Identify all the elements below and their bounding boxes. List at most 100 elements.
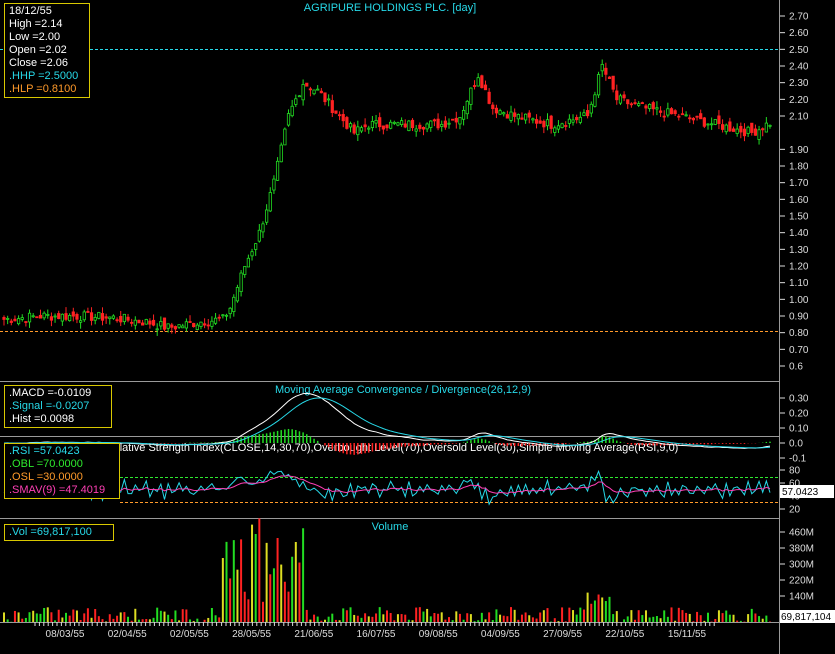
candle-body bbox=[389, 121, 393, 129]
candle-body bbox=[458, 117, 462, 125]
price-candles bbox=[2, 59, 772, 336]
candle-body bbox=[334, 110, 338, 114]
volume-bars bbox=[3, 518, 771, 622]
candle-body bbox=[199, 321, 203, 327]
volume-tick-label: 300M bbox=[789, 560, 814, 571]
candle-body bbox=[396, 122, 400, 126]
info-hhp: .HHP =2.5000 bbox=[9, 70, 79, 82]
candle-body bbox=[491, 104, 495, 110]
candle-body bbox=[290, 105, 294, 117]
candle-body bbox=[144, 319, 148, 325]
candle-body bbox=[706, 123, 710, 126]
rsi-info-box: .RSI =57.0423 .OBL =70.0000 .OSL =30.000… bbox=[4, 443, 120, 499]
candle-body bbox=[9, 320, 13, 323]
candle-body bbox=[410, 119, 415, 129]
macd-tick-label: -0.1 bbox=[789, 454, 807, 465]
candle-body bbox=[710, 123, 714, 126]
candle-body bbox=[750, 122, 754, 133]
candle-body bbox=[429, 120, 433, 128]
candle-body bbox=[720, 124, 725, 130]
candle-body bbox=[279, 144, 283, 163]
candle-body bbox=[753, 128, 758, 136]
candle-body bbox=[115, 319, 119, 322]
rsi-smav: .SMAV(9) =47.4019 bbox=[9, 484, 106, 496]
candle-body bbox=[294, 98, 298, 105]
candle-body bbox=[137, 319, 141, 324]
candle-body bbox=[148, 320, 152, 325]
volume-title: Volume bbox=[372, 521, 409, 533]
price-tick-label: 0.90 bbox=[789, 312, 809, 323]
price-tick-label: 2.60 bbox=[789, 28, 809, 39]
candle-body bbox=[524, 113, 528, 121]
price-tick-label: 1.90 bbox=[789, 145, 809, 156]
date-tick-label: 08/03/55 bbox=[46, 629, 85, 640]
candle-body bbox=[699, 113, 703, 120]
candle-body bbox=[305, 82, 309, 87]
candle-body bbox=[531, 118, 535, 121]
candle-body bbox=[702, 117, 706, 127]
candle-body bbox=[86, 311, 90, 313]
candle-body bbox=[414, 128, 418, 132]
candle-body bbox=[553, 127, 557, 133]
candle-body bbox=[633, 102, 637, 105]
candle-body bbox=[538, 120, 542, 124]
price-tick-label: 1.40 bbox=[789, 228, 809, 239]
candle-body bbox=[768, 124, 772, 127]
rsi-last-value: 57.0423 bbox=[782, 487, 819, 498]
candle-body bbox=[232, 296, 236, 312]
candle-body bbox=[111, 315, 116, 319]
candle-body bbox=[432, 119, 437, 122]
candle-body bbox=[596, 74, 601, 96]
price-tick-label: 1.70 bbox=[789, 178, 809, 189]
candle-body bbox=[239, 272, 243, 293]
candle-body bbox=[166, 323, 170, 329]
candle-body bbox=[407, 120, 411, 132]
candle-body bbox=[764, 122, 768, 133]
macd-info-box: .MACD =-0.0109 .Signal =-0.0207 .Hist =0… bbox=[4, 385, 112, 428]
candle-body bbox=[38, 314, 43, 319]
candle-body bbox=[666, 108, 670, 116]
candle-body bbox=[82, 311, 86, 321]
candle-body bbox=[680, 113, 685, 116]
candle-body bbox=[640, 102, 644, 105]
date-tick-label: 04/09/55 bbox=[481, 629, 520, 640]
macd-tick-label: 0.30 bbox=[789, 394, 809, 405]
candle-body bbox=[272, 178, 276, 191]
macd-value: .MACD =-0.0109 bbox=[9, 387, 92, 399]
candle-body bbox=[399, 120, 404, 126]
candle-body bbox=[35, 316, 39, 319]
candle-body bbox=[728, 121, 732, 132]
volume-tick-label: 380M bbox=[789, 544, 814, 555]
candle-body bbox=[487, 91, 491, 104]
volume-last-value: 69,817,104 bbox=[781, 612, 831, 623]
candle-body bbox=[516, 114, 520, 120]
candle-body bbox=[68, 314, 72, 322]
candle-body bbox=[210, 320, 214, 327]
candle-body bbox=[181, 325, 185, 329]
candle-body bbox=[75, 313, 79, 320]
candle-body bbox=[403, 123, 407, 128]
candle-body bbox=[454, 117, 458, 123]
candle-body bbox=[367, 127, 371, 130]
candle-body bbox=[662, 115, 666, 118]
candle-body bbox=[261, 223, 265, 233]
info-low: Low =2.00 bbox=[9, 31, 61, 43]
candle-body bbox=[578, 116, 582, 123]
candle-body bbox=[717, 115, 721, 124]
candle-body bbox=[476, 77, 480, 87]
candle-body bbox=[746, 126, 750, 134]
info-date: 18/12/55 bbox=[9, 5, 52, 17]
candle-body bbox=[359, 127, 364, 132]
candle-body bbox=[184, 321, 188, 329]
date-tick-label: 27/09/55 bbox=[543, 629, 582, 640]
price-tick-label: 2.10 bbox=[789, 112, 809, 123]
candle-body bbox=[604, 67, 608, 75]
candle-body bbox=[173, 326, 178, 330]
candle-body bbox=[571, 119, 575, 123]
candle-body bbox=[742, 128, 747, 137]
candle-body bbox=[224, 314, 229, 317]
macd-axis: 0.30 0.20 0.10 0.0 -0.1 bbox=[780, 394, 809, 465]
candle-body bbox=[440, 123, 444, 127]
price-tick-label: 2.30 bbox=[789, 78, 809, 89]
chart-title: AGRIPURE HOLDINGS PLC. [day] bbox=[304, 2, 476, 14]
